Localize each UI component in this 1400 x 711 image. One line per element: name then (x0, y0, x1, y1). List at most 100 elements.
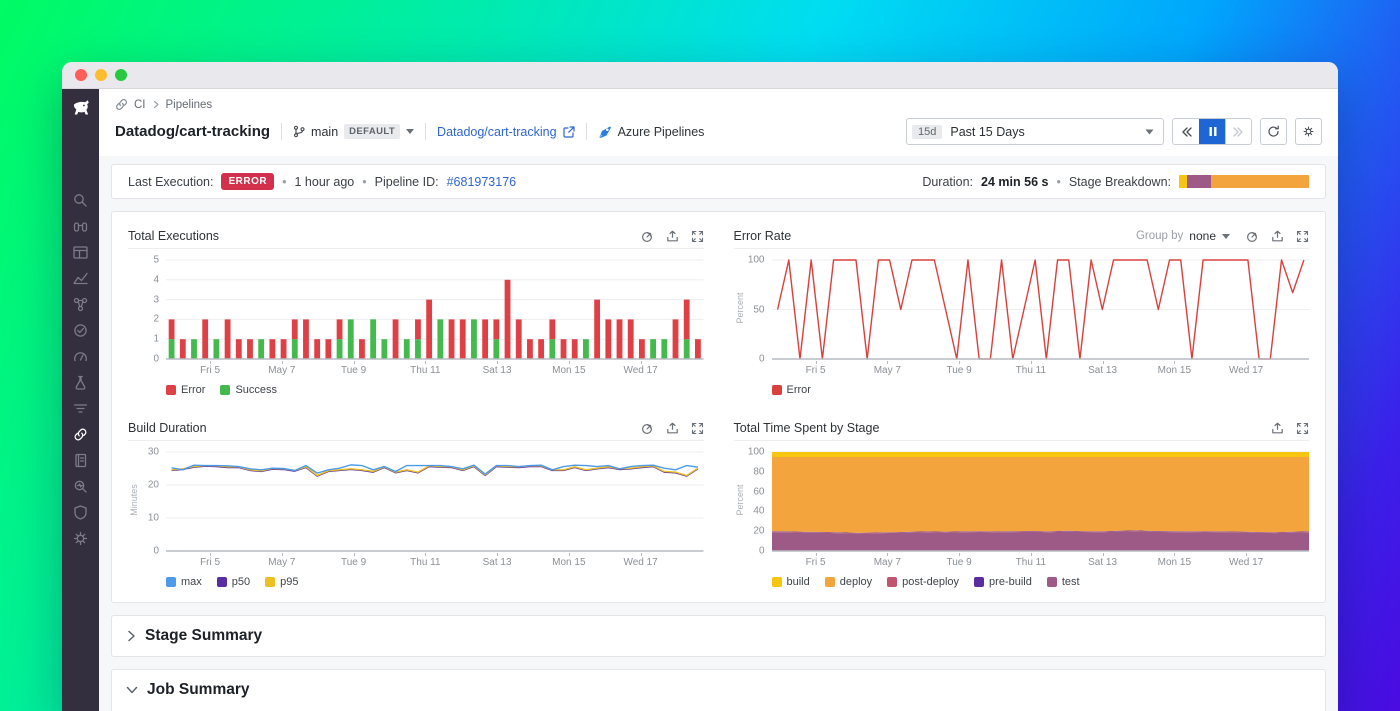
time-range-select[interactable]: 15d Past 15 Days (906, 118, 1164, 145)
legend-item-p95[interactable]: p95 (265, 576, 298, 588)
status-badge: ERROR (221, 173, 274, 190)
group-by-value: none (1189, 229, 1216, 243)
time-backward-button[interactable] (1173, 119, 1199, 144)
plot-area[interactable] (166, 257, 704, 361)
job-summary-section: Job Summary Errored Executions (111, 669, 1326, 711)
chevron-right-icon (152, 100, 160, 109)
monitors-icon[interactable] (72, 322, 89, 339)
last-execution-label: Last Execution: (128, 175, 213, 189)
legend-swatch (265, 577, 275, 587)
chevron-down-icon (126, 685, 138, 695)
legend-item-Error[interactable]: Error (166, 384, 205, 396)
page-header: CI Pipelines Datadog/cart-tracking main … (99, 89, 1338, 156)
synthetics-icon[interactable] (72, 374, 89, 391)
last-execution-bar: Last Execution: ERROR • 1 hour ago • Pip… (111, 164, 1326, 199)
legend-swatch (217, 577, 227, 587)
legend-item-max[interactable]: max (166, 576, 202, 588)
app-window: CI Pipelines Datadog/cart-tracking main … (62, 62, 1338, 711)
stage-breakdown-bar[interactable] (1179, 175, 1309, 188)
repository-link-label: Datadog/cart-tracking (437, 125, 557, 139)
chevron-down-icon (1222, 234, 1230, 239)
chart-build-duration: Build Duration Minutes 0102030 (128, 416, 704, 598)
legend-swatch (825, 577, 835, 587)
plot-area[interactable] (166, 449, 704, 553)
rum-icon[interactable] (72, 478, 89, 495)
x-axis: Fri 5May 7Tue 9Thu 11Sat 13Mon 15Wed 17 (166, 553, 704, 570)
legend-item-build[interactable]: build (772, 576, 810, 588)
pipeline-id-link[interactable]: #681973176 (447, 175, 517, 189)
fullscreen-icon[interactable] (691, 230, 704, 243)
stage-summary-section[interactable]: Stage Summary (111, 615, 1326, 657)
external-link-icon (563, 126, 575, 138)
legend-swatch (772, 577, 782, 587)
export-icon[interactable] (1271, 230, 1284, 243)
legend-item-Success[interactable]: Success (220, 384, 277, 396)
legend-item-deploy[interactable]: deploy (825, 576, 872, 588)
legend-item-test[interactable]: test (1047, 576, 1080, 588)
ci-pipelines-icon[interactable] (72, 426, 89, 443)
legend-label: pre-build (989, 576, 1032, 588)
fullscreen-icon[interactable] (1296, 422, 1309, 435)
legend-label: build (787, 576, 810, 588)
group-by-select[interactable]: Group by none (1136, 229, 1230, 243)
breadcrumb-section[interactable]: CI (134, 99, 146, 111)
bullet: • (282, 175, 286, 189)
apm-icon[interactable] (72, 348, 89, 365)
fullscreen-icon[interactable] (691, 422, 704, 435)
time-range-label: Past 15 Days (950, 125, 1024, 139)
settings-icon[interactable] (72, 530, 89, 547)
y-axis-unit (128, 257, 140, 361)
job-summary-header[interactable]: Job Summary (126, 681, 1311, 699)
chart-legend: max p50 p95 (128, 570, 704, 598)
plot-area[interactable] (772, 257, 1310, 361)
y-axis: 050100 (746, 257, 772, 361)
duration-label: Duration: (922, 175, 973, 189)
legend-item-pre-build[interactable]: pre-build (974, 576, 1032, 588)
related-graphs-icon[interactable] (641, 230, 654, 243)
search-icon[interactable] (72, 192, 89, 209)
page-title: Datadog/cart-tracking (115, 123, 270, 140)
legend-item-Error[interactable]: Error (772, 384, 811, 396)
chart-title: Total Executions (128, 229, 219, 243)
related-graphs-icon[interactable] (641, 422, 654, 435)
time-forward-button[interactable] (1225, 119, 1251, 144)
x-axis: Fri 5May 7Tue 9Thu 11Sat 13Mon 15Wed 17 (772, 553, 1310, 570)
security-icon[interactable] (72, 504, 89, 521)
link-icon (115, 98, 128, 111)
x-axis: Fri 5May 7Tue 9Thu 11Sat 13Mon 15Wed 17 (166, 361, 704, 378)
repository-link[interactable]: Datadog/cart-tracking (437, 125, 575, 139)
datadog-logo-icon[interactable] (70, 98, 92, 120)
legend-item-post-deploy[interactable]: post-deploy (887, 576, 959, 588)
time-nav-group (1172, 118, 1252, 145)
y-axis: 0102030 (140, 449, 166, 553)
related-graphs-icon[interactable] (1246, 230, 1259, 243)
export-icon[interactable] (666, 422, 679, 435)
chart-legend: Error Success (128, 378, 704, 406)
close-window-button[interactable] (75, 69, 87, 81)
fullscreen-icon[interactable] (1296, 230, 1309, 243)
breadcrumb-page[interactable]: Pipelines (166, 99, 213, 111)
refresh-button[interactable] (1260, 118, 1287, 145)
metrics-icon[interactable] (72, 270, 89, 287)
y-axis: 012345 (140, 257, 166, 361)
provider: Azure Pipelines (598, 125, 705, 139)
legend-swatch (1047, 577, 1057, 587)
legend-label: max (181, 576, 202, 588)
pause-live-button[interactable] (1199, 119, 1225, 144)
settings-gear-button[interactable] (1295, 118, 1322, 145)
export-icon[interactable] (1271, 422, 1284, 435)
export-icon[interactable] (666, 230, 679, 243)
branch-selector[interactable]: main DEFAULT (293, 124, 414, 139)
watchdog-icon[interactable] (72, 218, 89, 235)
chart-title: Build Duration (128, 421, 207, 435)
minimize-window-button[interactable] (95, 69, 107, 81)
dashboards-icon[interactable] (72, 244, 89, 261)
zoom-window-button[interactable] (115, 69, 127, 81)
notebooks-icon[interactable] (72, 452, 89, 469)
legend-item-p50[interactable]: p50 (217, 576, 250, 588)
log-pipelines-icon[interactable] (72, 400, 89, 417)
plot-area[interactable] (772, 449, 1310, 553)
provider-label: Azure Pipelines (618, 125, 705, 139)
legend-swatch (974, 577, 984, 587)
service-map-icon[interactable] (72, 296, 89, 313)
